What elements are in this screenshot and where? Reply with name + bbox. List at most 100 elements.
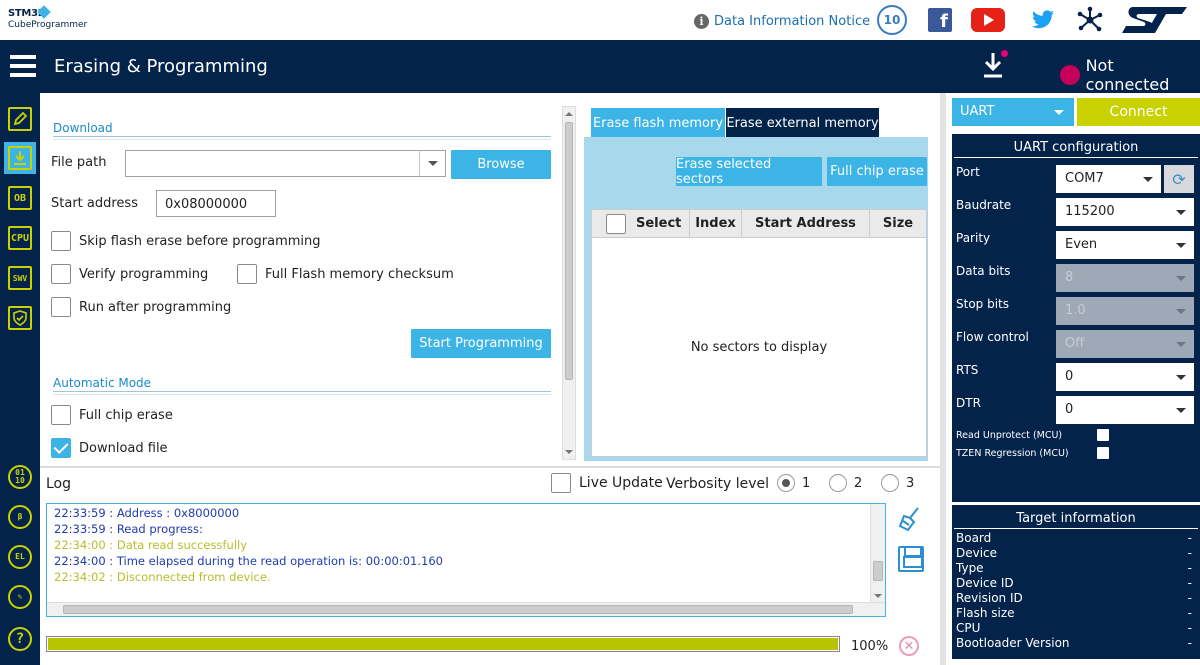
verify-programming-checkbox[interactable]: Verify programming — [51, 264, 208, 284]
interface-select-value: UART — [960, 104, 995, 119]
start-address-column-header[interactable]: Start Address — [742, 210, 870, 237]
scroll-down-icon[interactable] — [563, 445, 575, 459]
start-address-input[interactable]: 0x08000000 — [156, 190, 276, 217]
browse-button[interactable]: Browse — [451, 150, 551, 179]
interface-select[interactable]: UART — [952, 98, 1074, 126]
verify-programming-label: Verify programming — [79, 266, 209, 282]
file-path-combo[interactable] — [125, 150, 446, 177]
full-checksum-label: Full Flash memory checksum — [265, 266, 454, 282]
save-log-icon[interactable] — [898, 546, 924, 572]
refresh-ports-button[interactable]: ⟳ — [1164, 165, 1194, 193]
auto-download-file-checkbox[interactable]: Download file — [51, 438, 168, 458]
flow-control-label: Flow control — [956, 330, 1029, 344]
verbosity-2-label: 2 — [854, 475, 863, 491]
data-information-notice-label: Data Information Notice — [714, 13, 871, 29]
run-after-programming-label: Run after programming — [79, 299, 232, 315]
programming-panel-scrollbar[interactable] — [562, 106, 576, 460]
verbosity-radio-1[interactable]: 1 — [777, 474, 810, 492]
sidebar-item-security[interactable] — [4, 302, 36, 334]
index-column-header[interactable]: Index — [690, 210, 742, 237]
chevron-down-icon — [1176, 276, 1186, 281]
start-address-label: Start address — [51, 196, 138, 211]
erase-selected-sectors-button[interactable]: Erase selected sectors — [676, 157, 822, 187]
target-info-row: Device ID - — [956, 576, 1192, 590]
target-info-label: Type — [956, 561, 984, 575]
sidebar-item-external-loader[interactable]: EL — [4, 541, 36, 573]
tab-erase-external-memory[interactable]: Erase external memory — [726, 108, 879, 138]
target-info-row: Revision ID - — [956, 591, 1192, 605]
download-section-header: Download — [53, 121, 551, 140]
sidebar-item-beta[interactable]: β — [4, 501, 36, 533]
sidebar-item-erasing-programming[interactable] — [4, 142, 36, 174]
verbosity-1-label: 1 — [802, 475, 811, 491]
download-notification-icon[interactable] — [980, 50, 1010, 82]
checkbox-box — [51, 264, 71, 284]
sidebar-item-memory-editing[interactable] — [4, 103, 36, 135]
dtr-select[interactable]: 0 — [1056, 396, 1194, 424]
progress-percent: 100% — [851, 639, 889, 654]
target-info-value: - — [1187, 546, 1192, 560]
data-information-notice-link[interactable]: i Data Information Notice — [694, 12, 870, 30]
target-info-value: - — [1187, 636, 1192, 650]
rts-select[interactable]: 0 — [1056, 363, 1194, 391]
scrollbar-thumb[interactable] — [565, 122, 573, 380]
run-after-programming-checkbox[interactable]: Run after programming — [51, 297, 231, 317]
twitter-link[interactable] — [1030, 5, 1056, 35]
verbosity-radio-2[interactable]: 2 — [829, 474, 862, 492]
full-chip-erase-button[interactable]: Full chip erase — [827, 157, 927, 186]
youtube-icon — [971, 8, 1005, 32]
anniversary-badge[interactable]: 10 — [876, 5, 908, 35]
start-programming-button[interactable]: Start Programming — [411, 329, 551, 358]
read-unprotect-checkbox[interactable] — [1097, 429, 1109, 441]
target-info-row: Device - — [956, 546, 1192, 560]
tzen-regression-checkbox[interactable] — [1097, 447, 1109, 459]
sidebar-item-tools[interactable]: ✎ — [4, 581, 36, 613]
log-vertical-scrollbar[interactable] — [870, 504, 885, 603]
target-info-label: Board — [956, 531, 992, 545]
size-column-header[interactable]: Size — [870, 210, 926, 237]
log-console[interactable]: 22:33:59 : Address : 0x8000000 22:33:59 … — [46, 503, 886, 617]
verbosity-radio-3[interactable]: 3 — [881, 474, 914, 492]
checkbox-box — [237, 264, 257, 284]
erase-area: Erase selected sectors Full chip erase S… — [584, 137, 928, 461]
scroll-up-icon[interactable] — [563, 107, 575, 121]
sidebar-item-option-bytes[interactable]: OB — [4, 182, 36, 214]
log-divider[interactable] — [40, 466, 940, 468]
cancel-icon[interactable]: ✕ — [899, 636, 919, 656]
skip-erase-checkbox[interactable]: Skip flash erase before programming — [51, 231, 321, 251]
target-information-title: Target information — [954, 511, 1198, 529]
sidebar-item-swv[interactable]: SWV — [4, 262, 36, 294]
hamburger-menu-icon[interactable] — [10, 55, 36, 77]
clear-log-icon[interactable] — [898, 506, 922, 532]
sidebar-item-binary[interactable]: 01 10 — [4, 461, 36, 493]
sidebar-item-help[interactable]: ? — [4, 623, 36, 655]
scrollbar-thumb[interactable] — [63, 605, 853, 614]
sidebar-item-cpu[interactable]: CPU — [4, 222, 36, 254]
radio-icon — [881, 474, 899, 492]
facebook-link[interactable]: f — [928, 5, 952, 35]
target-information-panel: Target information Board - Device - Type… — [952, 505, 1200, 659]
baudrate-value: 115200 — [1065, 204, 1115, 219]
full-checksum-checkbox[interactable]: Full Flash memory checksum — [237, 264, 454, 284]
file-path-dropdown-icon[interactable] — [419, 151, 445, 176]
download-icon — [8, 146, 32, 170]
tab-erase-flash-memory[interactable]: Erase flash memory — [591, 108, 725, 138]
st-logo[interactable] — [1118, 5, 1190, 35]
scroll-down-icon[interactable] — [871, 589, 885, 603]
select-column-header[interactable]: Select — [592, 210, 690, 237]
scrollbar-thumb[interactable] — [873, 561, 883, 581]
parity-select[interactable]: Even — [1056, 231, 1194, 259]
community-link[interactable] — [1075, 5, 1105, 35]
data-bits-value: 8 — [1065, 270, 1074, 285]
live-update-checkbox[interactable]: Live Update — [551, 473, 663, 493]
port-select[interactable]: COM7 — [1056, 165, 1161, 193]
auto-full-chip-erase-checkbox[interactable]: Full chip erase — [51, 405, 173, 425]
shield-icon — [8, 306, 32, 330]
log-horizontal-scrollbar[interactable] — [47, 602, 885, 616]
target-info-value: - — [1187, 606, 1192, 620]
youtube-link[interactable] — [971, 5, 1005, 35]
select-all-checkbox[interactable] — [606, 213, 626, 234]
radio-selected-icon — [777, 474, 795, 492]
baudrate-select[interactable]: 115200 — [1056, 198, 1194, 226]
connect-button[interactable]: Connect — [1077, 98, 1200, 126]
